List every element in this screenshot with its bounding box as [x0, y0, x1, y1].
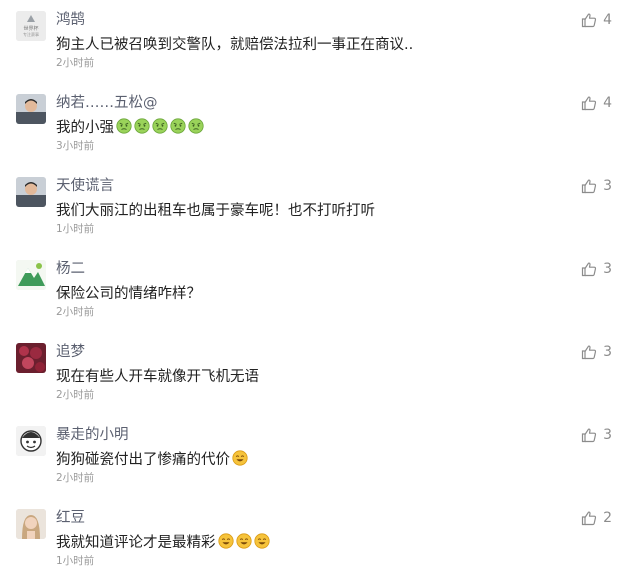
- comment-time: 2小时前: [56, 57, 95, 69]
- comment-author[interactable]: 天使谎言: [56, 174, 114, 195]
- comment-list: 世界杯 专注赛事 鸿鹄 狗主人已被召唤到交警队，就赔偿法拉利一事正在商议.. 2小时前 4…: [0, 0, 640, 567]
- avatar[interactable]: [16, 260, 46, 290]
- comment-text: 我就知道评论才是最精彩: [56, 531, 270, 552]
- like-count: 3: [603, 261, 612, 277]
- comment-time: 1小时前: [56, 223, 95, 235]
- avatar-logo-text-2: 专注赛事: [23, 31, 39, 37]
- grin-face-icon: [235, 533, 252, 549]
- angry-face-icon: [152, 118, 168, 134]
- angry-face-icon: [116, 118, 132, 134]
- comment-text: 我们大丽江的出租车也属于豪车呢！也不打听打听: [56, 199, 375, 220]
- comment-text-body: 我的小强: [56, 120, 114, 136]
- thumb-up-icon: [581, 427, 597, 443]
- thumb-up-icon: [581, 344, 597, 360]
- comment-item: 红豆我就知道评论才是最精彩 1小时前 2: [0, 500, 640, 583]
- comment-emojis: [230, 450, 248, 468]
- grin-face-icon: [253, 533, 270, 549]
- avatar[interactable]: [16, 177, 46, 207]
- thumb-up-icon: [581, 95, 597, 111]
- comment-author[interactable]: 追梦: [56, 340, 85, 361]
- comment-text-body: 现在有些人开车就像开飞机无语: [56, 369, 259, 385]
- comment-text-body: 狗狗碰瓷付出了惨痛的代价: [56, 452, 230, 468]
- comment-author[interactable]: 纳若……五松@: [56, 91, 158, 112]
- comment-item: 天使谎言我们大丽江的出租车也属于豪车呢！也不打听打听 1小时前 3: [0, 168, 640, 251]
- comment-author[interactable]: 杨二: [56, 257, 85, 278]
- comment-text-body: 我们大丽江的出租车也属于豪车呢！也不打听打听: [56, 203, 375, 219]
- avatar[interactable]: [16, 94, 46, 124]
- like-count: 3: [603, 344, 612, 360]
- angry-face-icon: [188, 118, 204, 134]
- grin-face-icon: [232, 450, 248, 466]
- like-count: 4: [603, 12, 612, 28]
- thumb-up-icon: [581, 261, 597, 277]
- comment-emojis: [114, 118, 204, 136]
- angry-face-icon: [170, 118, 186, 134]
- comment-time: 2小时前: [56, 472, 95, 484]
- avatar-logo-text-1: 世界杯: [23, 25, 38, 32]
- angry-face-icon: [134, 118, 150, 134]
- comment-author[interactable]: 暴走的小明: [56, 423, 129, 444]
- like-button[interactable]: 3: [581, 425, 612, 445]
- comment-text-body: 狗主人已被召唤到交警队，就赔偿法拉利一事正在商议..: [56, 37, 414, 53]
- like-button[interactable]: 3: [581, 342, 612, 362]
- like-button[interactable]: 2: [581, 508, 612, 528]
- avatar[interactable]: 世界杯 专注赛事: [16, 11, 46, 41]
- comment-time: 3小时前: [56, 140, 95, 152]
- comment-time: 2小时前: [56, 306, 95, 318]
- like-count: 2: [603, 510, 612, 526]
- like-button[interactable]: 4: [581, 10, 612, 30]
- comment-text-body: 保险公司的情绪咋样？: [56, 286, 201, 302]
- comment-author[interactable]: 红豆: [56, 506, 85, 527]
- comment-text: 保险公司的情绪咋样？: [56, 282, 201, 303]
- comment-text: 狗狗碰瓷付出了惨痛的代价: [56, 448, 248, 469]
- comment-author[interactable]: 鸿鹄: [56, 8, 85, 29]
- thumb-up-icon: [581, 510, 597, 526]
- comment-text: 狗主人已被召唤到交警队，就赔偿法拉利一事正在商议..: [56, 33, 413, 54]
- comment-text: 我的小强: [56, 116, 204, 137]
- comment-item: 纳若……五松@ 我的小强 3小时前 4: [0, 85, 640, 168]
- like-count: 3: [603, 427, 612, 443]
- comment-time: 1小时前: [56, 555, 95, 567]
- like-count: 3: [603, 178, 612, 194]
- comment-item: 世界杯 专注赛事 鸿鹄 狗主人已被召唤到交警队，就赔偿法拉利一事正在商议.. 2小时前 4: [0, 2, 640, 85]
- thumb-up-icon: [581, 12, 597, 28]
- comment-text-body: 我就知道评论才是最精彩: [56, 535, 216, 551]
- comment-item: 杨二保险公司的情绪咋样？ 2小时前 3: [0, 251, 640, 334]
- like-button[interactable]: 4: [581, 93, 612, 113]
- avatar[interactable]: [16, 509, 46, 539]
- like-button[interactable]: 3: [581, 176, 612, 196]
- grin-face-icon: [217, 533, 234, 549]
- comment-item: 暴走的小明狗狗碰瓷付出了惨痛的代价 2小时前 3: [0, 417, 640, 500]
- comment-item: 追梦现在有些人开车就像开飞机无语 2小时前 3: [0, 334, 640, 417]
- comment-text: 现在有些人开车就像开飞机无语: [56, 365, 259, 386]
- thumb-up-icon: [581, 178, 597, 194]
- avatar[interactable]: [16, 426, 46, 456]
- avatar[interactable]: [16, 343, 46, 373]
- comment-emojis: [216, 533, 270, 551]
- like-count: 4: [603, 95, 612, 111]
- like-button[interactable]: 3: [581, 259, 612, 279]
- comment-time: 2小时前: [56, 389, 95, 401]
